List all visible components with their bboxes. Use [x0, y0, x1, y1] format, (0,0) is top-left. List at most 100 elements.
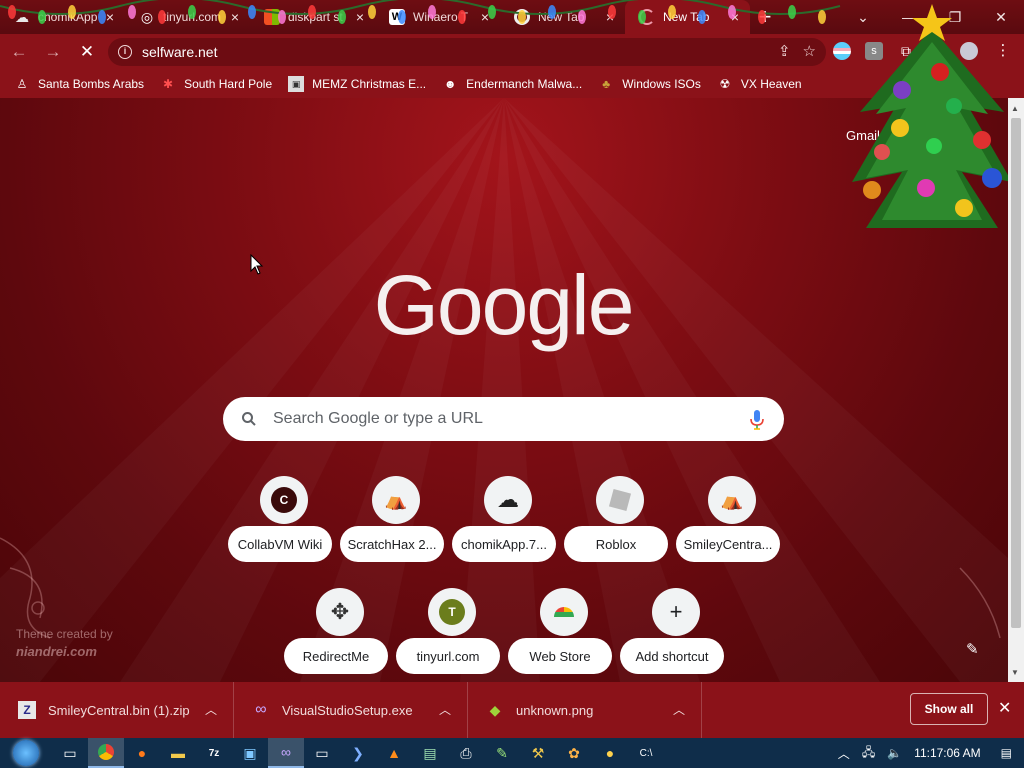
shortcut-icon-circle: ✥	[316, 588, 364, 636]
shortcut-tinyurl[interactable]: T tinyurl.com	[396, 588, 508, 682]
close-tab-icon[interactable]: ×	[228, 10, 242, 24]
vlc-icon[interactable]: ▲	[376, 738, 412, 768]
clock[interactable]: 11:17:06 AM	[914, 746, 981, 760]
start-button-icon[interactable]	[0, 738, 52, 768]
theme-author-link[interactable]: niandrei.com	[16, 643, 113, 660]
download-filename: SmileyCentral.bin (1).zip	[48, 702, 190, 718]
winaero-w-icon: W	[389, 9, 405, 25]
close-tab-icon[interactable]: ×	[103, 10, 117, 24]
site-info-icon[interactable]: i	[118, 45, 132, 59]
search-box[interactable]	[223, 397, 784, 441]
download-shelf: Z SmileyCentral.bin (1).zip ︿ ∞ VisualSt…	[0, 682, 1024, 738]
shortcut-smileycentral[interactable]: ⛺ SmileyCentra...	[676, 476, 788, 588]
download-filename: unknown.png	[516, 702, 594, 718]
shortcut-redirectme[interactable]: ✥ RedirectMe	[284, 588, 396, 682]
7zip-icon[interactable]: 7z	[196, 738, 232, 768]
show-all-downloads-button[interactable]: Show all	[910, 693, 988, 725]
theme-credit-text: Theme created by	[16, 627, 113, 641]
bookmark-santa-bombs[interactable]: ♙ Santa Bombs Arabs	[14, 76, 144, 92]
notepadpp-icon[interactable]: ✎	[484, 738, 520, 768]
powershell-icon[interactable]: ❯	[340, 738, 376, 768]
close-tab-icon[interactable]: ×	[603, 10, 617, 24]
chomik-icon: ☁	[15, 8, 29, 25]
close-tab-icon[interactable]: ×	[353, 10, 367, 24]
window-taskbar-icon[interactable]: ▭	[304, 738, 340, 768]
bookmark-star-icon[interactable]: ☆	[803, 42, 816, 60]
notifications-icon[interactable]: ▤	[1001, 746, 1012, 760]
bookmark-windows-isos[interactable]: ♣ Windows ISOs	[598, 76, 701, 92]
tab-diskpart[interactable]: diskpart st ×	[250, 0, 375, 34]
shortcut-scratchhax[interactable]: ⛺ ScratchHax 2...	[340, 476, 452, 588]
address-bar[interactable]: i selfware.net ⇪ ☆	[108, 38, 826, 66]
share-icon[interactable]: ⇪	[778, 42, 791, 60]
tab-new-tab-1[interactable]: New Tab ×	[500, 0, 625, 34]
bookmark-label: South Hard Pole	[184, 77, 273, 91]
tab-chomikapp[interactable]: ☁ chomikApp ×	[0, 0, 125, 34]
tab-tinyurl[interactable]: ◎ tinyurl.com ×	[125, 0, 250, 34]
bookmark-south-hard-pole[interactable]: ✱ South Hard Pole	[160, 76, 272, 92]
printer-icon[interactable]: ⎙	[448, 738, 484, 768]
shortcut-label: SmileyCentra...	[676, 526, 780, 562]
page-scrollbar[interactable]: ▲ ▼	[1008, 98, 1024, 682]
bookmark-memz[interactable]: ▣ MEMZ Christmas E...	[288, 76, 426, 92]
close-tab-icon[interactable]: ×	[478, 10, 492, 24]
scratchhax-icon: ⛺	[384, 489, 408, 510]
control-panel-icon[interactable]: ▣	[232, 738, 268, 768]
windows-icon	[264, 9, 280, 25]
download-item[interactable]: Z SmileyCentral.bin (1).zip ︿	[0, 682, 234, 738]
remote-desktop-icon[interactable]: ▤	[412, 738, 448, 768]
tab-winaero[interactable]: W Winaero T ×	[375, 0, 500, 34]
forward-button[interactable]: →	[38, 37, 68, 67]
download-item[interactable]: ∞ VisualStudioSetup.exe ︿	[234, 682, 468, 738]
search-input[interactable]	[273, 410, 713, 428]
visual-studio-taskbar-icon[interactable]: ∞	[268, 738, 304, 768]
shortcut-roblox[interactable]: Roblox	[564, 476, 676, 588]
bookmark-label: Endermanch Malwa...	[466, 77, 583, 91]
letter-t-icon: T	[439, 599, 465, 625]
add-shortcut-button[interactable]: + Add shortcut	[620, 588, 732, 682]
globe-icon: ◎	[140, 8, 154, 25]
shortcut-chomikapp[interactable]: ☁ chomikApp.7...	[452, 476, 564, 588]
tray-overflow-icon[interactable]: ︿	[838, 745, 850, 762]
bookmark-vx-heaven[interactable]: ☢ VX Heaven	[717, 76, 802, 92]
scroll-up-arrow-icon[interactable]: ▲	[1011, 104, 1019, 113]
chevron-up-icon[interactable]: ︿	[439, 701, 451, 718]
chevron-up-icon[interactable]: ︿	[205, 701, 217, 718]
customize-pencil-icon[interactable]: ✎	[966, 640, 979, 658]
firefox-taskbar-icon[interactable]: ●	[124, 738, 160, 768]
back-button[interactable]: ←	[4, 37, 34, 67]
volume-icon[interactable]: 🔈	[887, 746, 902, 760]
shortcut-collabvm[interactable]: C CollabVM Wiki	[228, 476, 340, 588]
shortcut-label: tinyurl.com	[396, 638, 500, 674]
network-icon[interactable]: 🖧	[862, 743, 875, 764]
visual-studio-icon: ∞	[255, 701, 267, 718]
microphone-icon[interactable]	[750, 410, 764, 430]
shortcut-web-store[interactable]: Web Store	[508, 588, 620, 682]
stop-reload-button[interactable]: ✕	[72, 37, 102, 67]
scroll-down-arrow-icon[interactable]: ▼	[1011, 668, 1019, 677]
close-download-shelf-icon[interactable]: ✕	[998, 698, 1011, 718]
chevron-up-icon[interactable]: ︿	[673, 701, 685, 718]
google-logo: Google	[374, 262, 635, 352]
svg-text:Google: Google	[374, 262, 633, 352]
shortcut-label: ScratchHax 2...	[340, 526, 444, 562]
paint-icon[interactable]: ✿	[556, 738, 592, 768]
new-tab-button[interactable]: +	[750, 2, 780, 32]
cmd-icon[interactable]: C:\	[628, 738, 664, 768]
tools-icon[interactable]: ⚒	[520, 738, 556, 768]
shortcut-icon-circle	[596, 476, 644, 524]
shortcut-icon-circle: ⛺	[708, 476, 756, 524]
misc-app-icon[interactable]: ●	[592, 738, 628, 768]
task-view-icon[interactable]: ▭	[52, 738, 88, 768]
star-icon: ✱	[163, 77, 174, 91]
tab-new-tab-active[interactable]: New Tab ×	[625, 0, 750, 34]
file-explorer-icon[interactable]: ▬	[160, 738, 196, 768]
folder-icon: ♣	[602, 77, 611, 91]
close-tab-icon[interactable]: ×	[728, 10, 742, 24]
download-item[interactable]: ◆ unknown.png ︿	[468, 682, 702, 738]
chrome-taskbar-icon[interactable]	[88, 738, 124, 768]
search-icon	[242, 412, 256, 426]
bookmark-label: Santa Bombs Arabs	[38, 77, 145, 91]
scrollbar-thumb[interactable]	[1011, 118, 1021, 628]
bookmark-endermanch[interactable]: ☻ Endermanch Malwa...	[442, 76, 582, 92]
